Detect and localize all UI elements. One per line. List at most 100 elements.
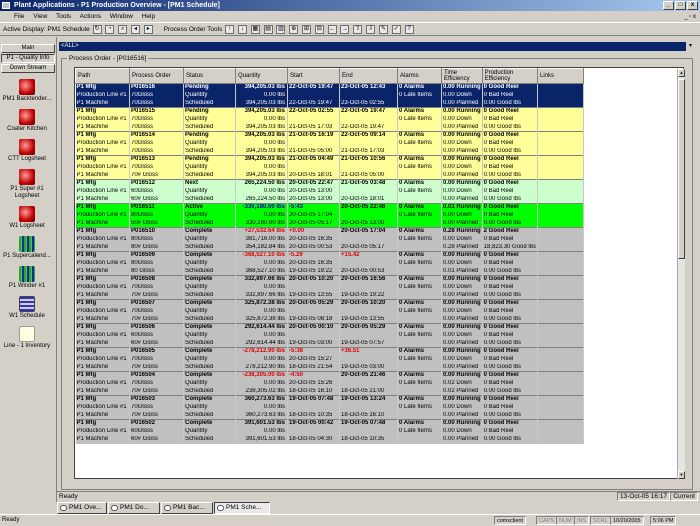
cell-links[interactable] <box>537 411 585 420</box>
cell-links[interactable] <box>537 347 585 356</box>
tab-pm1-downstream[interactable]: PM1 Do... <box>108 502 160 514</box>
cell-links[interactable] <box>537 243 585 252</box>
menu-file[interactable]: File <box>14 13 24 20</box>
cell-links[interactable] <box>537 395 585 404</box>
col-quantity[interactable]: Quantity <box>235 68 288 84</box>
scroll-thumb[interactable] <box>678 79 685 259</box>
cell-links[interactable] <box>537 139 585 148</box>
cell-links[interactable] <box>537 211 585 220</box>
cell-links[interactable] <box>537 379 585 388</box>
order-detail-row[interactable]: P1 Machine 80# Gloss Scheduled 354,182.84 l… <box>75 243 585 252</box>
grid-scrollbar[interactable]: ▲ ▼ <box>677 69 685 479</box>
cell-links[interactable] <box>537 291 585 300</box>
col-start[interactable]: Start <box>287 68 340 84</box>
nav-item-super-logsheet[interactable]: P1 Super #1 Logsheet <box>0 169 54 200</box>
clock-icon[interactable]: ◔ <box>105 24 115 34</box>
order-detail-row[interactable]: Production Line #1 70Gloss Quantity 0.00 lb… <box>75 307 585 316</box>
order-detail-row[interactable]: P1 Machine 60# Gloss Scheduled 265,224.50 l… <box>75 195 585 204</box>
cell-links[interactable] <box>537 163 585 172</box>
move-down-icon[interactable]: ⇩ <box>366 24 376 34</box>
order-row[interactable]: P1 Mfg P016502 Complete 391,601.53 lbs 19-Oc… <box>75 419 585 428</box>
cell-links[interactable] <box>537 187 585 196</box>
order-row[interactable]: P1 Mfg P016503 Complete 360,273.63 lbs 19-Oc… <box>75 395 585 404</box>
active-display-label[interactable]: Active Display: PM1 Schedule <box>3 26 90 33</box>
grid-icon[interactable]: ▦ <box>250 24 260 34</box>
col-time-efficiency[interactable]: Time Efficiency <box>441 68 483 84</box>
order-detail-row[interactable]: Production Line #1 80Gloss Quantity 0.00 lb… <box>75 259 585 268</box>
order-row[interactable]: P1 Mfg P016516 Pending 394,205.03 lbs 22-Oct… <box>75 83 585 92</box>
display-mode[interactable]: Current <box>670 492 698 501</box>
cell-links[interactable] <box>537 227 585 236</box>
nav-item-coater-kitchen[interactable]: Coater Kitchen <box>0 109 54 133</box>
right-icon[interactable]: → <box>340 24 350 34</box>
cell-links[interactable] <box>537 323 585 332</box>
zoom-icon[interactable]: ⊕ <box>289 24 299 34</box>
nav-item-supercalender[interactable]: P1 Supercalend... <box>0 236 54 260</box>
split-icon[interactable]: ⊟ <box>314 24 324 34</box>
back-icon[interactable]: ◂ <box>130 24 140 34</box>
cell-links[interactable] <box>537 275 585 284</box>
col-links[interactable]: Links <box>537 68 585 84</box>
main-button[interactable]: Main <box>1 44 55 53</box>
cell-links[interactable] <box>537 427 585 436</box>
left-icon[interactable]: ← <box>327 24 337 34</box>
cell-links[interactable] <box>537 259 585 268</box>
table-icon[interactable]: ▤ <box>263 24 273 34</box>
cell-links[interactable] <box>537 299 585 308</box>
close-button[interactable]: x <box>687 1 698 10</box>
search-icon[interactable]: ⌕ <box>118 24 128 34</box>
order-detail-row[interactable]: Production Line #1 60Gloss Quantity 0.00 lb… <box>75 331 585 340</box>
order-row[interactable]: P1 Mfg P016505 Complete -278,212.90 lbs -5:3… <box>75 347 585 356</box>
cell-links[interactable] <box>537 315 585 324</box>
order-detail-row[interactable]: P1 Machine 70# Gloss Scheduled 394,205.03 l… <box>75 171 585 180</box>
order-detail-row[interactable]: Production Line #1 80Gloss Quantity 381,716… <box>75 235 585 244</box>
move-up-icon[interactable]: ⇧ <box>353 24 363 34</box>
scroll-down-icon[interactable]: ▼ <box>678 471 685 479</box>
order-detail-row[interactable]: Production Line #1 70Gloss Quantity 0.00 lb… <box>75 163 585 172</box>
order-detail-row[interactable]: Production Line #1 70Gloss Quantity 0.00 lb… <box>75 379 585 388</box>
scroll-up-icon[interactable]: ▲ <box>678 69 685 77</box>
help-icon[interactable]: ? <box>404 24 414 34</box>
order-detail-row[interactable]: Production Line #1 70Gloss Quantity 0.00 lb… <box>75 139 585 148</box>
order-detail-row[interactable]: Production Line #1 70Gloss Quantity 0.00 lb… <box>75 283 585 292</box>
forward-icon[interactable]: ▸ <box>143 24 153 34</box>
maximize-button[interactable]: □ <box>675 1 686 10</box>
menu-tools[interactable]: Tools <box>56 13 71 20</box>
order-detail-row[interactable]: P1 Machine 70Gloss Scheduled 394,205.03 lbs… <box>75 123 585 132</box>
cell-links[interactable] <box>537 435 585 444</box>
order-detail-row[interactable]: P1 Machine 70# Gloss Scheduled 238,305.02 l… <box>75 387 585 396</box>
order-row[interactable]: P1 Mfg P016513 Pending 394,205.03 lbs 21-Oct… <box>75 155 585 164</box>
tab-pm1-overview[interactable]: PM1 Ove... <box>57 502 107 514</box>
cell-links[interactable] <box>537 83 585 92</box>
order-row[interactable]: P1 Mfg P016506 Complete 292,614.44 lbs 20-Oc… <box>75 323 585 332</box>
cell-links[interactable] <box>537 131 585 140</box>
menu-actions[interactable]: Actions <box>80 13 101 20</box>
order-detail-row[interactable]: P1 Machine 80 Gloss Scheduled 368,527.10 lb… <box>75 267 585 276</box>
order-detail-row[interactable]: Production Line #1 60Gloss Quantity 0.00 lb… <box>75 427 585 436</box>
order-detail-row[interactable]: P1 Machine 70Gloss Scheduled 394,205.03 lbs… <box>75 99 585 108</box>
process-order-grid[interactable]: Path Process Order Status Quantity Start… <box>74 67 684 479</box>
cell-links[interactable] <box>537 107 585 116</box>
nav-item-w1-schedule[interactable]: W1 Schedule <box>0 296 54 320</box>
order-detail-row[interactable]: Production Line #1 70Gloss Quantity 0.00 lb… <box>75 115 585 124</box>
nav-item-w1-logsheet[interactable]: W1 Logsheet <box>0 206 54 230</box>
check-icon[interactable]: ✓ <box>391 24 401 34</box>
cell-links[interactable] <box>537 91 585 100</box>
order-detail-row[interactable]: P1 Machine 70# Gloss Scheduled 360,273.63 l… <box>75 411 585 420</box>
cell-links[interactable] <box>537 387 585 396</box>
cell-links[interactable] <box>537 99 585 108</box>
chevron-down-icon[interactable]: ▾ <box>686 42 695 51</box>
cell-links[interactable] <box>537 147 585 156</box>
cell-links[interactable] <box>537 219 585 228</box>
cell-links[interactable] <box>537 195 585 204</box>
order-detail-row[interactable]: Production Line #1 70Gloss Quantity 0.00 lb… <box>75 91 585 100</box>
order-row[interactable]: P1 Mfg P016511 Active -330,180.60 lbs -5:43 2… <box>75 203 585 212</box>
menu-help[interactable]: Help <box>142 13 155 20</box>
menu-window[interactable]: Window <box>110 13 133 20</box>
order-detail-row[interactable]: P1 Machine 70# Gloss Scheduled 278,212.90 l… <box>75 363 585 372</box>
cell-links[interactable] <box>537 171 585 180</box>
col-end[interactable]: End <box>339 68 398 84</box>
order-detail-row[interactable]: P1 Machine 60# Gloss Scheduled 391,601.53 l… <box>75 435 585 444</box>
cell-links[interactable] <box>537 371 585 380</box>
order-row[interactable]: P1 Mfg P016515 Pending 394,205.03 lbs 22-Oct… <box>75 107 585 116</box>
